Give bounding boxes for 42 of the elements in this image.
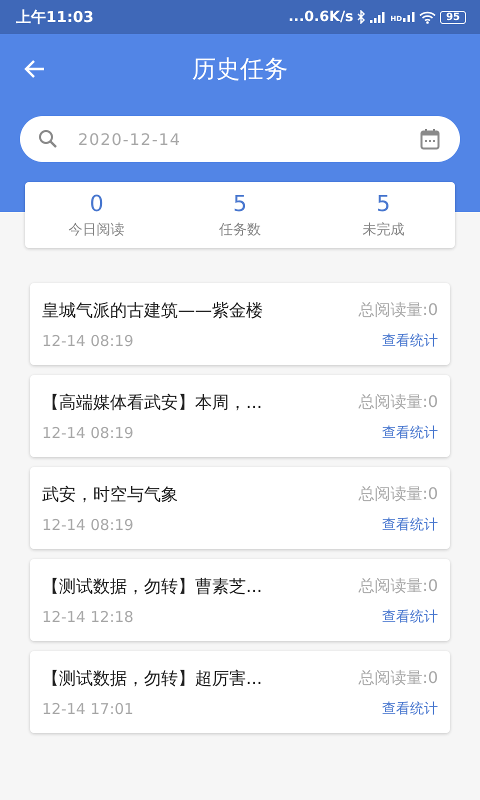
view-stats-link[interactable]: 查看统计 — [382, 700, 438, 718]
read-count: 总阅读量:0 — [358, 392, 438, 412]
task-title: 【测试数据，勿转】曹素芝... — [42, 576, 262, 598]
signal-icon — [370, 11, 386, 23]
view-stats-link[interactable]: 查看统计 — [382, 424, 438, 442]
date-search-field[interactable]: 2020-12-14 — [20, 116, 460, 162]
task-title: 武安，时空与气象 — [42, 484, 178, 506]
task-title: 皇城气派的古建筑——紫金楼 — [42, 300, 263, 322]
task-time: 12-14 08:19 — [42, 332, 134, 350]
stat-label: 今日阅读 — [68, 220, 125, 238]
task-title: 【测试数据，勿转】超厉害... — [42, 668, 262, 690]
view-stats-link[interactable]: 查看统计 — [382, 332, 438, 350]
task-card[interactable]: 【测试数据，勿转】超厉害... 总阅读量:0 12-14 17:01 查看统计 — [30, 651, 450, 733]
task-time: 12-14 08:19 — [42, 424, 134, 442]
stat-value: 5 — [376, 192, 390, 218]
stat-value: 0 — [90, 192, 104, 218]
signal-icon — [403, 12, 416, 22]
task-time: 12-14 08:19 — [42, 516, 134, 534]
read-count: 总阅读量:0 — [358, 576, 438, 596]
task-card[interactable]: 武安，时空与气象 总阅读量:0 12-14 08:19 查看统计 — [30, 467, 450, 549]
wifi-icon — [419, 10, 436, 24]
battery-level: 95 — [440, 10, 466, 24]
task-card[interactable]: 【高端媒体看武安】本周，... 总阅读量:0 12-14 08:19 查看统计 — [30, 375, 450, 457]
task-card[interactable]: 皇城气派的古建筑——紫金楼 总阅读量:0 12-14 08:19 查看统计 — [30, 283, 450, 365]
stat-value: 5 — [232, 192, 247, 218]
search-icon — [38, 129, 58, 149]
stat-label: 未完成 — [362, 220, 404, 238]
network-speed: ...0.6K/s — [288, 9, 354, 25]
view-stats-link[interactable]: 查看统计 — [382, 516, 438, 534]
stat-label: 任务数 — [218, 220, 261, 238]
view-stats-link[interactable]: 查看统计 — [382, 608, 438, 626]
calendar-icon[interactable] — [420, 128, 440, 150]
task-time: 12-14 12:18 — [42, 608, 134, 626]
read-count: 总阅读量:0 — [358, 668, 438, 688]
page-title: 历史任务 — [192, 54, 288, 85]
task-title: 【高端媒体看武安】本周，... — [42, 392, 262, 414]
read-count: 总阅读量:0 — [358, 300, 438, 320]
read-count: 总阅读量:0 — [358, 484, 438, 504]
task-card[interactable]: 【测试数据，勿转】曹素芝... 总阅读量:0 12-14 12:18 查看统计 — [30, 559, 450, 641]
bluetooth-icon — [357, 10, 366, 24]
task-time: 12-14 17:01 — [42, 700, 134, 718]
status-time: 上午11:03 — [16, 8, 94, 26]
